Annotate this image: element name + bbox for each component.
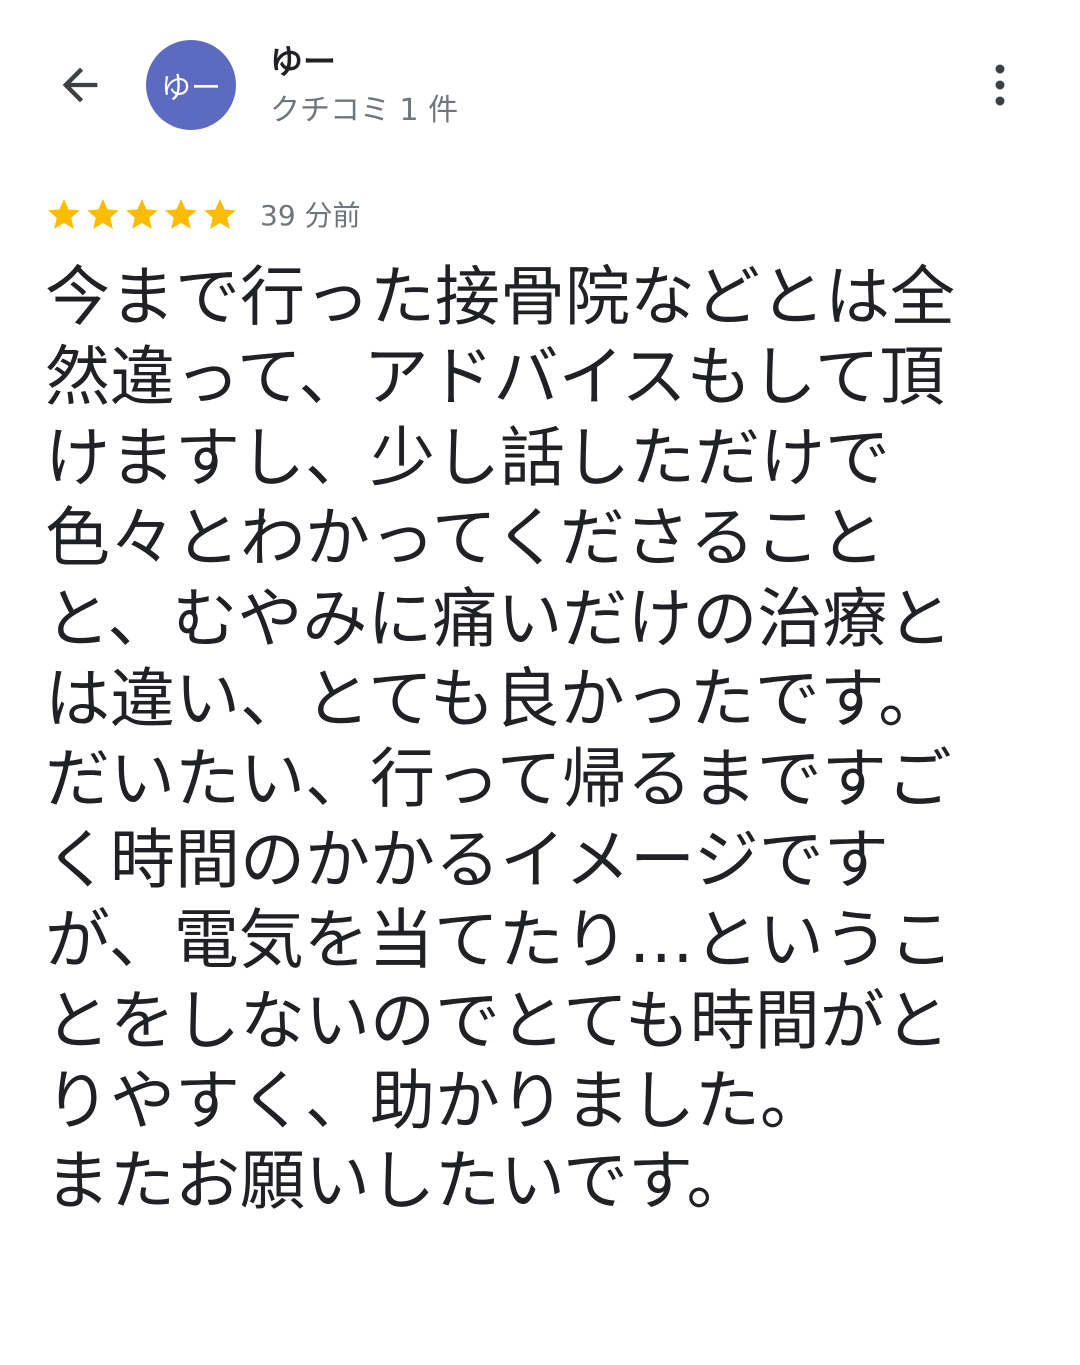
review-text-line: とをしないのでとても時間がと xyxy=(45,983,950,1059)
rating-row: 39 分前 xyxy=(45,192,361,236)
review-text: 今まで行った接骨院などとは全 然違って、アドバイスもして頂 けますし、少し話した… xyxy=(45,258,1045,1223)
star-icon xyxy=(126,198,158,229)
review-text-line: けますし、少し話しただけで xyxy=(45,420,891,496)
review-text-line: 今まで行った接骨院などとは全 xyxy=(45,260,956,335)
review-count: クチコミ 1 件 xyxy=(270,93,459,128)
review-text-line: 然違って、アドバイスもして頂 xyxy=(45,340,945,416)
star-rating xyxy=(45,195,240,233)
more-options-button[interactable] xyxy=(970,55,1030,115)
star-icon xyxy=(165,198,197,229)
review-time: 39 分前 xyxy=(260,199,361,232)
header-bar: ゆー ゆー クチコミ 1 件 xyxy=(0,0,1080,170)
review-text-line: 色々とわかってくださること xyxy=(45,501,885,577)
review-text-line: またお願いしたいです。 xyxy=(45,1144,752,1220)
back-button[interactable] xyxy=(40,50,120,120)
user-name[interactable]: ゆー xyxy=(270,40,336,84)
avatar[interactable]: ゆー xyxy=(146,40,236,130)
review-text-line: だいたい、行って帰るまですご xyxy=(45,742,952,818)
review-text-line: く時間のかかるイメージです xyxy=(45,822,889,898)
arrow-back-icon xyxy=(62,67,98,103)
star-icon xyxy=(204,198,236,229)
more-vert-icon xyxy=(995,64,1005,106)
review-text-line: は違い、とても良かったです。 xyxy=(45,661,944,737)
review-text-line: が、電気を当てたり…というこ xyxy=(45,903,954,979)
review-screen: ゆー ゆー クチコミ 1 件 39 分前 今まで行った接骨院などとは全 然違って… xyxy=(0,0,1080,1365)
star-icon xyxy=(87,198,119,229)
review-text-line: りやすく、助かりました。 xyxy=(45,1063,826,1139)
star-icon xyxy=(48,198,80,229)
review-text-line: と、むやみに痛いだけの治療と xyxy=(45,581,953,657)
